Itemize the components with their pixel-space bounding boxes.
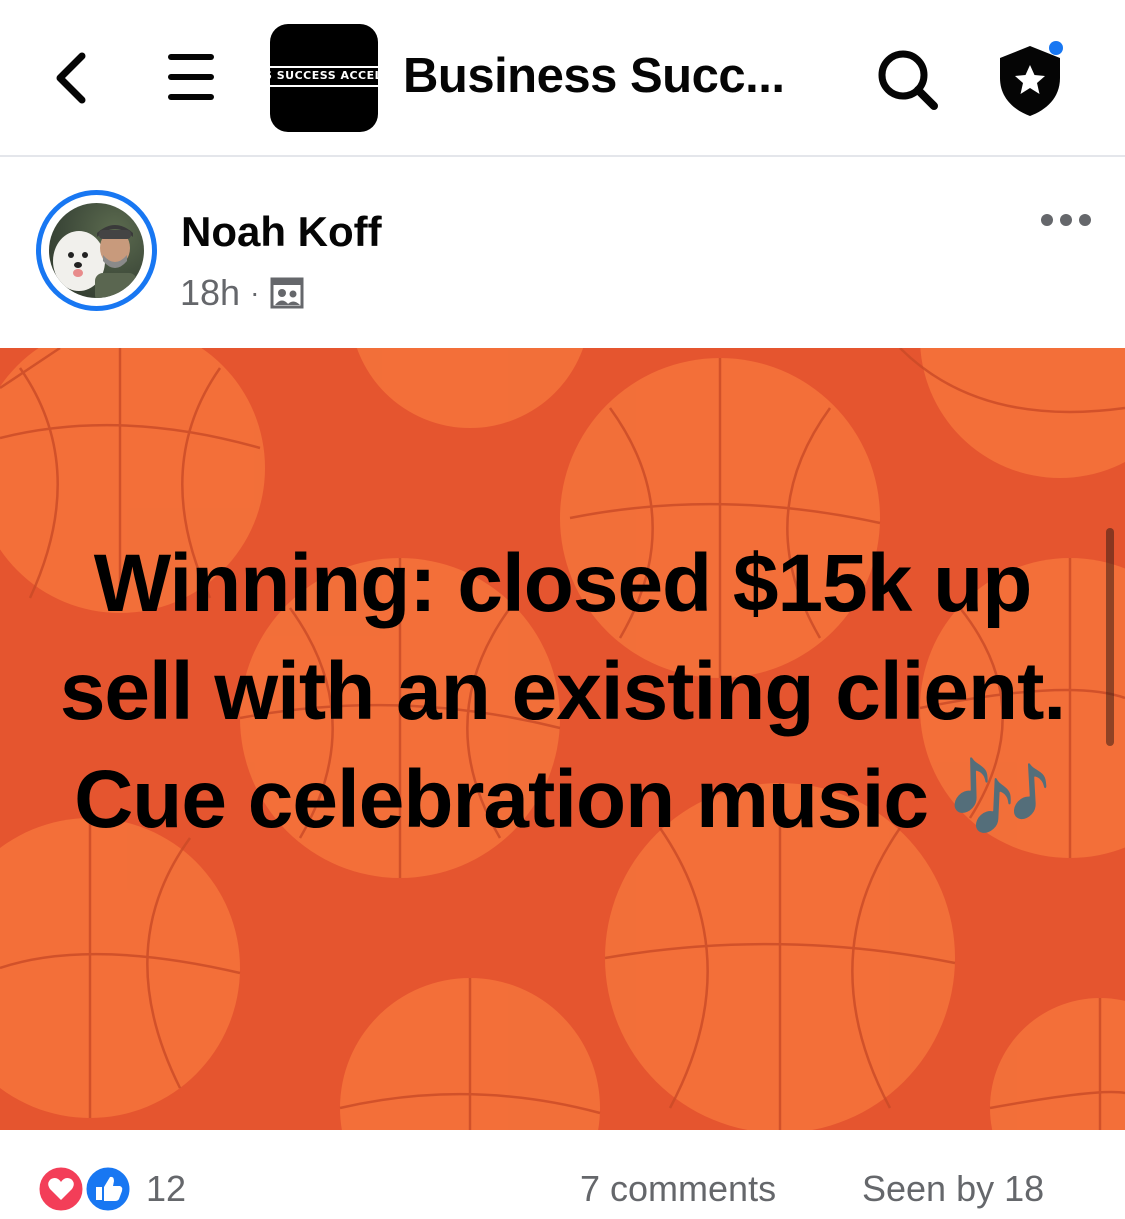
top-navigation-bar: S SUCCESS ACCELER Business Succ... xyxy=(0,0,1125,157)
reaction-icons[interactable] xyxy=(36,1164,136,1214)
love-reaction-icon xyxy=(36,1164,86,1214)
scrollbar[interactable] xyxy=(1106,528,1114,746)
post-options-button[interactable] xyxy=(1038,210,1094,230)
menu-button[interactable] xyxy=(160,50,222,106)
back-arrow-icon xyxy=(56,52,86,104)
meta-separator: · xyxy=(250,277,260,308)
group-logo-text: S SUCCESS ACCELER xyxy=(270,69,378,82)
group-members-icon xyxy=(270,277,304,309)
post-meta: 18h · xyxy=(180,272,305,314)
group-logo[interactable]: S SUCCESS ACCELER xyxy=(270,24,378,132)
hamburger-menu-icon xyxy=(168,54,214,100)
back-button[interactable] xyxy=(44,46,104,110)
shield-star-icon xyxy=(1000,41,1063,116)
like-reaction-icon xyxy=(83,1164,133,1214)
author-avatar[interactable] xyxy=(36,190,157,311)
post-footer: 12 7 comments Seen by 18 xyxy=(0,1130,1125,1214)
comments-count[interactable]: 7 comments xyxy=(580,1168,776,1210)
post-header: Noah Koff 18h · xyxy=(0,158,1125,348)
admin-tools-button[interactable] xyxy=(990,38,1070,118)
avatar xyxy=(49,203,144,298)
search-icon xyxy=(878,50,938,110)
author-name[interactable]: Noah Koff xyxy=(181,208,382,256)
seen-by-count[interactable]: Seen by 18 xyxy=(862,1168,1044,1210)
more-options-icon xyxy=(1041,214,1091,226)
post-time[interactable]: 18h xyxy=(180,272,240,314)
post-image[interactable]: Winning: closed $15k up sell with an exi… xyxy=(0,348,1125,1130)
notification-dot xyxy=(1049,41,1063,55)
search-button[interactable] xyxy=(872,44,944,116)
group-title[interactable]: Business Succ... xyxy=(403,48,785,104)
post-image-text: Winning: closed $15k up sell with an exi… xyxy=(59,538,1066,845)
reaction-count[interactable]: 12 xyxy=(146,1168,186,1210)
